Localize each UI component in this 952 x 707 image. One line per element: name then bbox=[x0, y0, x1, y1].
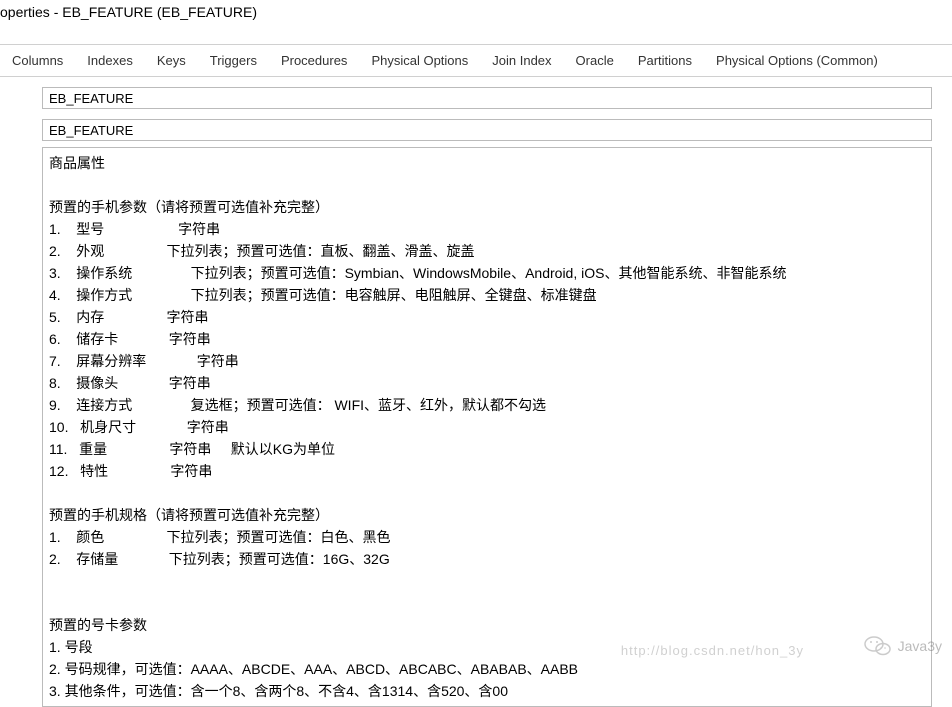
card-2: 2. 号码规律，可选值：AAAA、ABCDE、AAA、ABCD、ABCABC、A… bbox=[49, 658, 925, 680]
tab-partitions[interactable]: Partitions bbox=[626, 45, 704, 76]
url-watermark: http://blog.csdn.net/hon_3y bbox=[621, 643, 804, 658]
tab-procedures[interactable]: Procedures bbox=[269, 45, 359, 76]
spec-1: 1. 颜色 下拉列表；预置可选值：白色、黑色 bbox=[49, 526, 925, 548]
param-9: 9. 连接方式 复选框；预置可选值： WIFI、蓝牙、红外，默认都不勾选 bbox=[49, 394, 925, 416]
card-3: 3. 其他条件，可选值：含一个8、含两个8、不含4、含1314、含520、含00 bbox=[49, 680, 925, 702]
tab-bar: Columns Indexes Keys Triggers Procedures… bbox=[0, 44, 952, 77]
tab-triggers[interactable]: Triggers bbox=[198, 45, 269, 76]
wechat-icon bbox=[864, 634, 892, 658]
tab-oracle[interactable]: Oracle bbox=[564, 45, 626, 76]
tab-physical-options-common[interactable]: Physical Options (Common) bbox=[704, 45, 890, 76]
params-heading: 预置的手机参数（请将预置可选值补充完整） bbox=[49, 196, 925, 218]
param-7: 7. 屏幕分辨率 字符串 bbox=[49, 350, 925, 372]
name-input[interactable]: EB_FEATURE bbox=[42, 87, 932, 109]
code-input[interactable]: EB_FEATURE bbox=[42, 119, 932, 141]
tab-physical-options[interactable]: Physical Options bbox=[359, 45, 480, 76]
param-4: 4. 操作方式 下拉列表；预置可选值：电容触屏、电阻触屏、全键盘、标准键盘 bbox=[49, 284, 925, 306]
param-5: 5. 内存 字符串 bbox=[49, 306, 925, 328]
param-1: 1. 型号 字符串 bbox=[49, 218, 925, 240]
tab-join-index[interactable]: Join Index bbox=[480, 45, 563, 76]
card-heading: 预置的号卡参数 bbox=[49, 614, 925, 636]
param-3: 3. 操作系统 下拉列表；预置可选值：Symbian、WindowsMobile… bbox=[49, 262, 925, 284]
tab-keys[interactable]: Keys bbox=[145, 45, 198, 76]
param-10: 10. 机身尺寸 字符串 bbox=[49, 416, 925, 438]
param-2: 2. 外观 下拉列表；预置可选值：直板、翻盖、滑盖、旋盖 bbox=[49, 240, 925, 262]
window-title: operties - EB_FEATURE (EB_FEATURE) bbox=[0, 0, 952, 26]
description-textarea[interactable]: 商品属性 预置的手机参数（请将预置可选值补充完整） 1. 型号 字符串 2. 外… bbox=[42, 147, 932, 707]
param-11: 11. 重量 字符串 默认以KG为单位 bbox=[49, 438, 925, 460]
param-8: 8. 摄像头 字符串 bbox=[49, 372, 925, 394]
tab-indexes[interactable]: Indexes bbox=[75, 45, 145, 76]
param-12: 12. 特性 字符串 bbox=[49, 460, 925, 482]
desc-header: 商品属性 bbox=[49, 152, 925, 174]
param-6: 6. 储存卡 字符串 bbox=[49, 328, 925, 350]
specs-heading: 预置的手机规格（请将预置可选值补充完整） bbox=[49, 504, 925, 526]
watermark-label: Java3y bbox=[898, 638, 942, 654]
tab-columns[interactable]: Columns bbox=[0, 45, 75, 76]
watermark: Java3y bbox=[864, 634, 942, 658]
spec-2: 2. 存储量 下拉列表；预置可选值：16G、32G bbox=[49, 548, 925, 570]
